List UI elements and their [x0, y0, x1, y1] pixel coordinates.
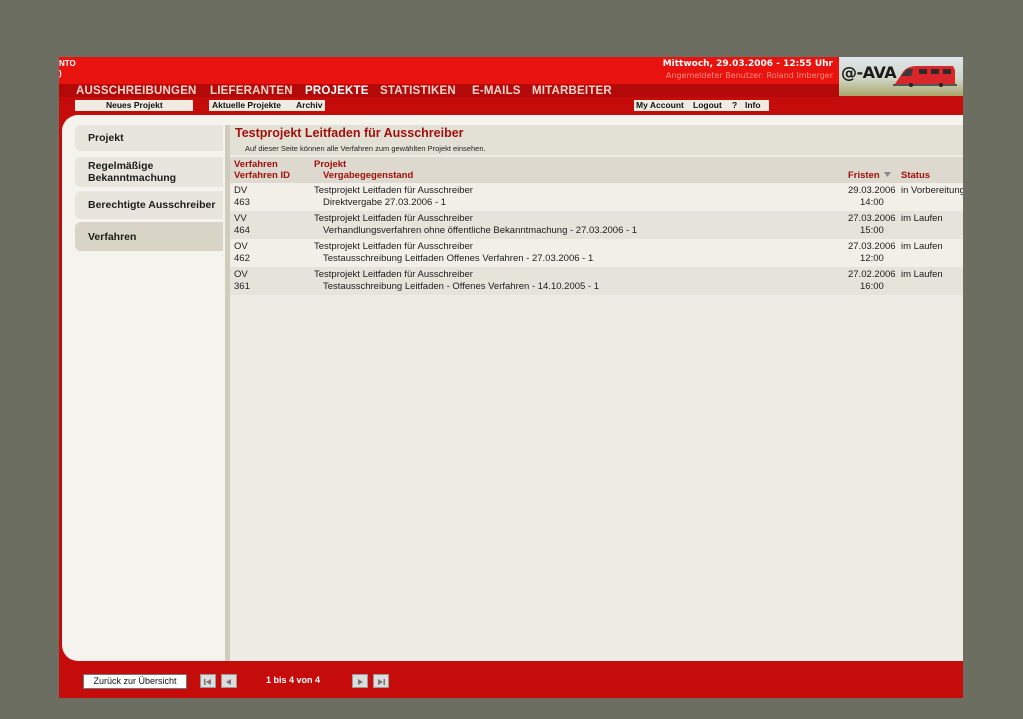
- cell-projekt: Testprojekt Leitfaden für Ausschreiber: [314, 185, 473, 196]
- logout-link[interactable]: Logout: [693, 100, 722, 111]
- sidebar-item-berechtigte-ausschreiber[interactable]: Berechtigte Ausschreiber: [75, 191, 223, 219]
- help-link[interactable]: ?: [732, 100, 737, 111]
- cell-vergabegegenstand: Verhandlungsverfahren ohne öffentliche B…: [323, 225, 638, 236]
- logged-in-user: Angemeldeter Benutzer: Roland Imberger: [665, 71, 833, 80]
- nav-lieferanten[interactable]: LIEFERANTEN: [210, 84, 293, 98]
- cell-frist-zeit: 12:00: [860, 253, 884, 264]
- nav-ausschreibungen[interactable]: AUSSCHREIBUNGEN: [76, 84, 197, 98]
- cell-verfahren: OV: [234, 269, 248, 280]
- header-status[interactable]: Status: [901, 170, 930, 181]
- cell-verfahren: VV: [234, 213, 247, 224]
- top-left-line-2: ): [59, 69, 62, 78]
- page-title: Testprojekt Leitfaden für Ausschreiber: [235, 126, 464, 140]
- nav-projekte[interactable]: PROJEKTE: [305, 84, 369, 98]
- cell-verfahren: DV: [234, 185, 248, 196]
- main-nav: AUSSCHREIBUNGEN LIEFERANTEN PROJEKTE STA…: [59, 84, 839, 97]
- cell-frist-zeit: 16:00: [860, 281, 884, 292]
- next-page-button[interactable]: [352, 674, 368, 688]
- footer-bar: Zurück zur Übersicht 1 bis 4 von 4: [59, 661, 963, 698]
- cell-projekt: Testprojekt Leitfaden für Ausschreiber: [314, 213, 473, 224]
- sort-down-icon: [884, 172, 892, 177]
- logo-text: @-AVA: [841, 63, 897, 82]
- nav-mitarbeiter[interactable]: MITARBEITER: [532, 84, 612, 98]
- cell-status: im Laufen: [901, 269, 943, 280]
- cell-frist-datum: 29.03.2006: [848, 185, 896, 196]
- sidebar-item-label: Berechtigte Ausschreiber: [88, 199, 216, 211]
- top-left-line-1: NTO: [59, 59, 76, 68]
- cell-verfahren-id: 463: [234, 197, 250, 208]
- app-window: NTO ) Mittwoch, 29.03.2006 - 12:55 Uhr A…: [59, 57, 963, 698]
- next-page-icon: [358, 679, 363, 685]
- page-subtitle: Auf dieser Seite können alle Verfahren z…: [245, 144, 486, 153]
- header-fristen[interactable]: Fristen: [848, 170, 892, 181]
- header-verfahren[interactable]: Verfahren: [234, 159, 278, 170]
- sidebar-item-regelmaessige-bekanntmachung[interactable]: Regelmäßige Bekanntmachung: [75, 157, 223, 187]
- info-link[interactable]: Info: [745, 100, 761, 111]
- cell-projekt: Testprojekt Leitfaden für Ausschreiber: [314, 241, 473, 252]
- table-row[interactable]: OV 462 Testprojekt Leitfaden für Ausschr…: [230, 239, 963, 267]
- last-page-button[interactable]: [373, 674, 389, 688]
- header-fristen-label: Fristen: [848, 170, 880, 181]
- cell-verfahren-id: 361: [234, 281, 250, 292]
- page-header: Testprojekt Leitfaden für Ausschreiber A…: [230, 125, 963, 155]
- archive-link[interactable]: Archiv: [296, 100, 322, 111]
- account-bar: My Account Logout ? Info: [634, 100, 769, 111]
- previous-page-icon: [226, 679, 231, 685]
- header-projekt[interactable]: Projekt: [314, 159, 346, 170]
- last-page-icon: [378, 679, 385, 685]
- header-verfahren-id[interactable]: Verfahren ID: [234, 170, 290, 181]
- sidebar-item-label: Verfahren: [88, 231, 137, 243]
- cell-verfahren-id: 464: [234, 225, 250, 236]
- train-icon: [893, 66, 957, 87]
- cell-projekt: Testprojekt Leitfaden für Ausschreiber: [314, 269, 473, 280]
- cell-frist-zeit: 15:00: [860, 225, 884, 236]
- cell-status: im Laufen: [901, 213, 943, 224]
- cell-vergabegegenstand: Direktvergabe 27.03.2006 - 1: [323, 197, 447, 208]
- cell-status: im Laufen: [901, 241, 943, 252]
- pagination-info: 1 bis 4 von 4: [266, 675, 321, 685]
- sub-nav: Neues Projekt Aktuelle Projekte Archiv M…: [59, 97, 963, 114]
- project-list-bar: Aktuelle Projekte Archiv: [209, 100, 325, 111]
- table-header: Verfahren Verfahren ID Projekt Vergabege…: [230, 157, 963, 183]
- sidebar-item-verfahren[interactable]: Verfahren: [75, 222, 223, 251]
- first-page-button[interactable]: [200, 674, 216, 688]
- cell-frist-datum: 27.03.2006: [848, 241, 896, 252]
- cell-vergabegegenstand: Testausschreibung Leitfaden Offenes Verf…: [323, 253, 594, 264]
- table-row[interactable]: DV 463 Testprojekt Leitfaden für Ausschr…: [230, 183, 963, 211]
- sidebar-item-label: Projekt: [88, 132, 124, 144]
- current-projects-link[interactable]: Aktuelle Projekte: [212, 100, 281, 111]
- main-content: Testprojekt Leitfaden für Ausschreiber A…: [230, 125, 963, 661]
- sidebar-item-label: Regelmäßige Bekanntmachung: [88, 160, 177, 184]
- date-time: Mittwoch, 29.03.2006 - 12:55 Uhr: [662, 59, 833, 69]
- sidebar: Projekt Regelmäßige Bekanntmachung Berec…: [75, 125, 223, 661]
- back-to-overview-button[interactable]: Zurück zur Übersicht: [83, 674, 187, 689]
- first-page-icon: [204, 679, 211, 685]
- new-project-button[interactable]: Neues Projekt: [75, 100, 193, 111]
- new-project-label: Neues Projekt: [106, 100, 163, 110]
- ava-logo: @-AVA: [839, 57, 963, 96]
- top-left-fragment: NTO ): [59, 59, 76, 79]
- cell-vergabegegenstand: Testausschreibung Leitfaden - Offenes Ve…: [323, 281, 600, 292]
- my-account-link[interactable]: My Account: [636, 100, 684, 111]
- table-row[interactable]: OV 361 Testprojekt Leitfaden für Ausschr…: [230, 267, 963, 295]
- previous-page-button[interactable]: [221, 674, 237, 688]
- top-bar: NTO ) Mittwoch, 29.03.2006 - 12:55 Uhr A…: [59, 57, 839, 84]
- sidebar-item-projekt[interactable]: Projekt: [75, 125, 223, 151]
- cell-verfahren-id: 462: [234, 253, 250, 264]
- cell-frist-zeit: 14:00: [860, 197, 884, 208]
- cell-status: in Vorbereitung: [901, 185, 963, 196]
- nav-statistiken[interactable]: STATISTIKEN: [380, 84, 456, 98]
- header-vergabegegenstand[interactable]: Vergabegegenstand: [323, 170, 413, 181]
- cell-verfahren: OV: [234, 241, 248, 252]
- nav-e-mails[interactable]: E-MAILS: [472, 84, 521, 98]
- cell-frist-datum: 27.02.2006: [848, 269, 896, 280]
- cell-frist-datum: 27.03.2006: [848, 213, 896, 224]
- table-row[interactable]: VV 464 Testprojekt Leitfaden für Ausschr…: [230, 211, 963, 239]
- content-panel: Projekt Regelmäßige Bekanntmachung Berec…: [62, 115, 963, 661]
